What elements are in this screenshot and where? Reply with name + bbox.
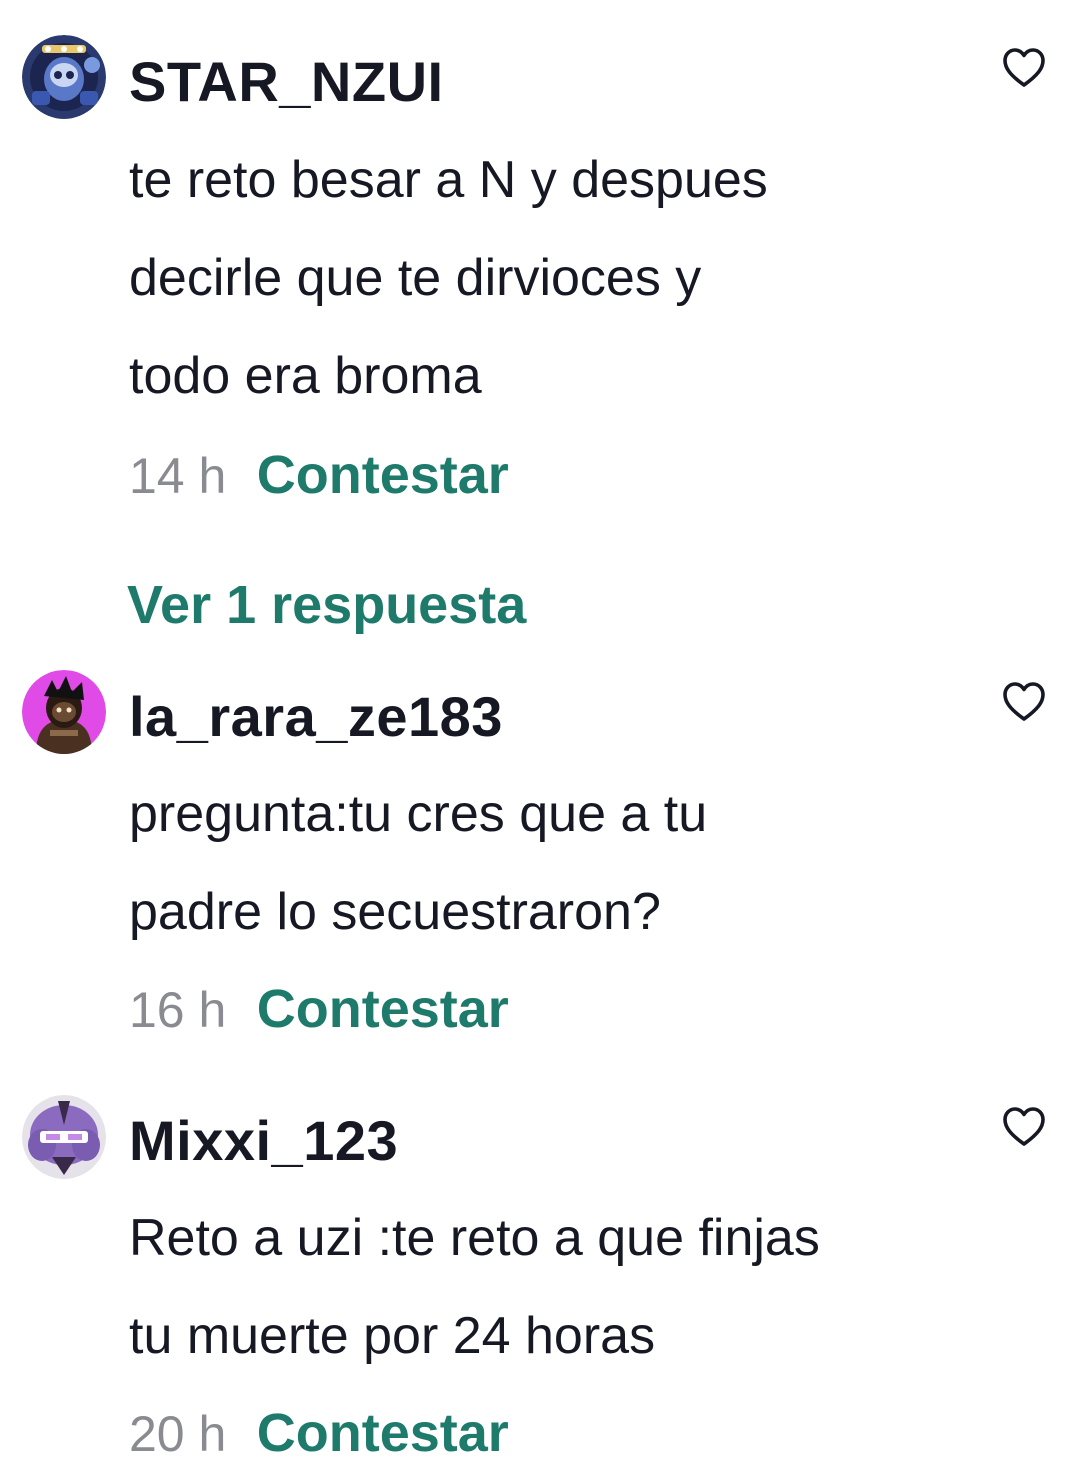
heart-icon bbox=[1003, 1107, 1045, 1146]
like-button[interactable] bbox=[1000, 44, 1048, 92]
like-button[interactable] bbox=[1000, 678, 1048, 726]
comment-text: Reto a uzi :te reto a que finjas tu muer… bbox=[129, 1189, 1009, 1385]
heart-icon bbox=[1003, 682, 1045, 721]
timestamp: 14 h bbox=[129, 448, 227, 504]
avatar[interactable] bbox=[22, 670, 106, 754]
reply-button[interactable]: Contestar bbox=[257, 445, 509, 505]
comment-meta: 16 h Contestar bbox=[129, 976, 509, 1042]
timestamp: 20 h bbox=[129, 1406, 227, 1462]
comment-text: te reto besar a N y despues decirle que … bbox=[129, 131, 1009, 425]
comment-text-line: tu muerte por 24 horas bbox=[129, 1307, 656, 1365]
like-button[interactable] bbox=[1000, 1103, 1048, 1151]
username[interactable]: Mixxi_123 bbox=[129, 1108, 398, 1174]
view-replies-button[interactable]: Ver 1 respuesta bbox=[127, 572, 526, 638]
reply-button[interactable]: Contestar bbox=[257, 1403, 509, 1463]
comment-text-line: pregunta:tu cres que a tu bbox=[129, 785, 708, 843]
comment-meta: 20 h Contestar bbox=[129, 1400, 509, 1466]
username[interactable]: la_rara_ze183 bbox=[129, 684, 503, 750]
avatar[interactable] bbox=[22, 35, 106, 119]
comment-text-line: padre lo secuestraron? bbox=[129, 883, 661, 941]
comment-text-line: te reto besar a N y despues bbox=[129, 151, 768, 209]
comment-text-line: todo era broma bbox=[129, 347, 482, 405]
character-avatar-icon bbox=[22, 670, 106, 754]
comment-text-line: Reto a uzi :te reto a que finjas bbox=[129, 1209, 820, 1267]
comment-meta: 14 h Contestar bbox=[129, 442, 509, 508]
heart-icon bbox=[1003, 48, 1045, 87]
reply-button[interactable]: Contestar bbox=[257, 979, 509, 1039]
purple-character-avatar-icon bbox=[22, 1095, 106, 1179]
username[interactable]: STAR_NZUI bbox=[129, 49, 444, 115]
avatar[interactable] bbox=[22, 1095, 106, 1179]
comment-text: pregunta:tu cres que a tu padre lo secue… bbox=[129, 765, 1009, 961]
timestamp: 16 h bbox=[129, 982, 227, 1038]
comment-text-line: decirle que te dirvioces y bbox=[129, 249, 702, 307]
robot-avatar-icon bbox=[22, 35, 106, 119]
